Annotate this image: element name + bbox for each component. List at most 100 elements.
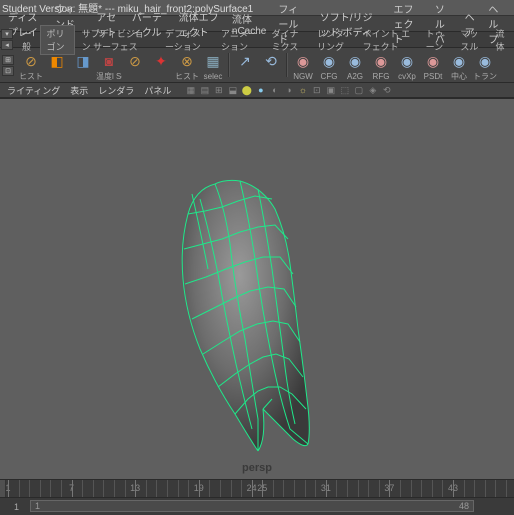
time-slider[interactable]: 1713192425313743 <box>0 480 514 498</box>
shelf-btn[interactable]: ⊘ <box>122 49 148 81</box>
tick <box>93 480 94 497</box>
shelf-label: PSDt <box>420 72 446 81</box>
cvXp-icon: ◉ <box>396 50 418 72</box>
tick <box>61 480 62 497</box>
CFG-icon: ◉ <box>318 50 340 72</box>
shelf-label: cvXp <box>394 72 420 81</box>
tick <box>485 480 486 497</box>
panel-icon-10[interactable]: ▣ <box>324 84 337 97</box>
tick <box>167 480 168 497</box>
panel-パネル[interactable]: パネル <box>139 84 176 97</box>
shelf-opt-b-icon[interactable]: ⊡ <box>2 66 14 76</box>
panel-menu-bar: ライティング表示レンダラパネル ▦▤⊞⬓⬤●◐◑☼⊡▣⬚▢◈⟲ <box>0 83 514 98</box>
panel-icon-7[interactable]: ◑ <box>282 84 295 97</box>
shelf-buttons: ⊞ ⊡ ⊘ヒスト◧◨◙温度l Set⊘✦⊗ヒスト▦selec↗⟲◉NGW◉CFG… <box>0 48 514 83</box>
panel-icon-11[interactable]: ⬚ <box>338 84 351 97</box>
shelf-label: selec <box>200 72 226 81</box>
RFG-icon: ◉ <box>370 50 392 72</box>
tick <box>315 480 316 497</box>
tick <box>252 480 253 497</box>
panel-icon-13[interactable]: ◈ <box>366 84 379 97</box>
shelf-btn[interactable]: ⟲ <box>258 49 284 81</box>
温度l Set-icon: ◙ <box>98 50 120 72</box>
NGW-icon: ◉ <box>292 50 314 72</box>
ヒスト-icon: ⊗ <box>176 50 198 72</box>
mesh-render <box>0 99 514 482</box>
shelf-A2G[interactable]: ◉A2G <box>342 49 368 81</box>
tick <box>241 480 242 497</box>
中心-icon: ◉ <box>448 50 470 72</box>
tool-icon: ⟲ <box>260 50 282 72</box>
panel-icon-14[interactable]: ⟲ <box>380 84 393 97</box>
A2G-icon: ◉ <box>344 50 366 72</box>
tick <box>156 480 157 497</box>
shelf-label: 中心 <box>446 72 472 81</box>
tick <box>283 480 284 497</box>
shelf-PSDt[interactable]: ◉PSDt <box>420 49 446 81</box>
shelf-cvXp[interactable]: ◉cvXp <box>394 49 420 81</box>
tick <box>336 480 337 497</box>
tool-icon: ↗ <box>234 50 256 72</box>
panel-icon-3[interactable]: ⬓ <box>226 84 239 97</box>
tick <box>82 480 83 497</box>
tick <box>8 480 9 497</box>
panel-icon-2[interactable]: ⊞ <box>212 84 225 97</box>
tick <box>199 480 200 497</box>
tick <box>411 480 412 497</box>
tick <box>114 480 115 497</box>
panel-icon-1[interactable]: ▤ <box>198 84 211 97</box>
panel-icon-9[interactable]: ⊡ <box>310 84 323 97</box>
shelf-label: ヒスト <box>174 72 200 81</box>
shelf-toggle: ⊞ ⊡ <box>2 49 16 81</box>
tick <box>358 480 359 497</box>
panel-icon-0[interactable]: ▦ <box>184 84 197 97</box>
tick <box>125 480 126 497</box>
shelf-温度l Set[interactable]: ◙温度l Set <box>96 49 122 81</box>
panel-icon-12[interactable]: ▢ <box>352 84 365 97</box>
panel-ライティング[interactable]: ライティング <box>2 84 65 97</box>
shelf-RFG[interactable]: ◉RFG <box>368 49 394 81</box>
tick <box>209 480 210 497</box>
range-slider[interactable]: 1 1 48 <box>0 498 514 515</box>
shelf-btn[interactable]: ◨ <box>70 49 96 81</box>
shelf-ヒスト[interactable]: ⊗ヒスト <box>174 49 200 81</box>
viewport[interactable]: persp <box>0 98 514 481</box>
tick <box>453 480 454 497</box>
range-start: 1 <box>10 502 23 512</box>
トラン-icon: ◉ <box>474 50 496 72</box>
tick <box>50 480 51 497</box>
range-end-val: 48 <box>459 501 469 511</box>
panel-icon-8[interactable]: ☼ <box>296 84 309 97</box>
shelf-トラン[interactable]: ◉トラン <box>472 49 498 81</box>
tool-icon: ⊘ <box>124 50 146 72</box>
panel-icon-4[interactable]: ⬤ <box>240 84 253 97</box>
shelf-label: トラン <box>472 72 498 81</box>
panel-表示[interactable]: 表示 <box>65 84 93 97</box>
range-start-val: 1 <box>35 501 40 511</box>
shelf-ヒスト[interactable]: ⊘ヒスト <box>18 49 44 81</box>
shelf-label: ヒスト <box>18 72 44 81</box>
tick <box>29 480 30 497</box>
shelf-NGW[interactable]: ◉NGW <box>290 49 316 81</box>
panel-レンダラ[interactable]: レンダラ <box>93 84 139 97</box>
shelf-CFG[interactable]: ◉CFG <box>316 49 342 81</box>
range-box[interactable]: 1 48 <box>30 500 474 512</box>
shelf-btn[interactable]: ✦ <box>148 49 174 81</box>
panel-icon-5[interactable]: ● <box>254 84 267 97</box>
shelf-label: CFG <box>316 72 342 81</box>
tick <box>389 480 390 497</box>
tick <box>231 480 232 497</box>
tick <box>103 480 104 497</box>
tick <box>368 480 369 497</box>
shelf-menu-icon[interactable]: ▾ <box>1 29 13 39</box>
panel-icon-6[interactable]: ◐ <box>268 84 281 97</box>
tick <box>421 480 422 497</box>
tick <box>220 480 221 497</box>
shelf-中心[interactable]: ◉中心 <box>446 49 472 81</box>
shelf-selec[interactable]: ▦selec <box>200 49 226 81</box>
tick <box>72 480 73 497</box>
tick <box>379 480 380 497</box>
shelf-btn[interactable]: ◧ <box>44 49 70 81</box>
shelf-btn[interactable]: ↗ <box>232 49 258 81</box>
shelf-opt-a-icon[interactable]: ⊞ <box>2 55 14 65</box>
